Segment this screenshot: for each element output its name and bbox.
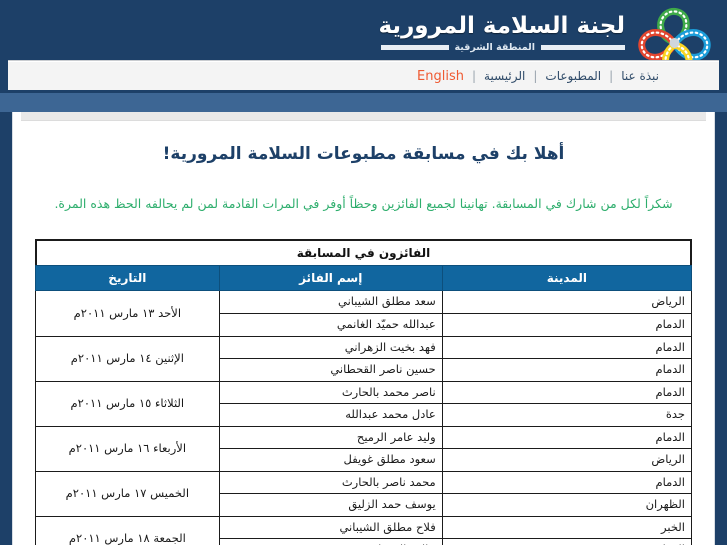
cell-winner-name: وليد عامر الرميح: [218, 425, 443, 450]
cell-city: الدمام: [441, 380, 693, 405]
table-row: الرياض سعد مطلق الشيباني الأحد ١٣ مارس ٢٠١…: [35, 290, 693, 337]
cell-city: الرياض: [441, 448, 693, 472]
cell-city: الدمام: [441, 335, 693, 360]
cell-winner-name: فهد بخيت الزهراني: [218, 335, 443, 360]
table-row: الدمام وليد عامر الرميح الأربعاء ١٦ مارس ٢…: [35, 425, 693, 472]
table-header-row: المدينة إسم الفائز التاريخ: [35, 265, 693, 292]
nav-item-about[interactable]: نبذة عنا: [619, 69, 661, 83]
nav-item-home[interactable]: الرئيسية: [482, 69, 527, 83]
cell-city: الدمام: [441, 538, 693, 545]
winners-table: الفائزون في المسابقة المدينة إسم الفائز …: [35, 239, 693, 545]
table-caption: الفائزون في المسابقة: [35, 239, 692, 266]
cell-city: الدمام: [441, 358, 693, 382]
cell-city: الرياض: [441, 290, 693, 314]
logo-subtitle: المنطقة الشرقية: [454, 42, 536, 54]
nav-item-publications[interactable]: المطبوعات: [543, 69, 603, 83]
cell-winner-name: محمد ناصر بالحارث: [218, 470, 443, 495]
column-header-date: التاريخ: [35, 265, 220, 292]
cell-date: الأربعاء ١٦ مارس ٢٠١١م: [35, 425, 220, 472]
cell-winner-name: فلاح مطلق الشيباني: [218, 515, 443, 540]
four-loop-ribbon-logo-icon: [631, 4, 717, 60]
cell-winner-name: سعود مطلق غويفل: [218, 448, 443, 472]
cell-city: الظهران: [441, 493, 693, 517]
cell-date: الثلاثاء ١٥ مارس ٢٠١١م: [35, 380, 220, 427]
winners-table-area: الفائزون في المسابقة المدينة إسم الفائز …: [13, 215, 714, 545]
cell-city: الدمام: [441, 313, 693, 337]
logo-title: لجنة السلامة المرورية: [378, 13, 625, 39]
logo-text: لجنة السلامة المرورية المنطقة الشرقية: [378, 4, 625, 53]
cell-date: الجمعة ١٨ مارس ٢٠١١م: [35, 515, 220, 545]
nav-separator: |: [533, 69, 538, 83]
table-row: الدمام فهد بخيت الزهراني الإثنين ١٤ مارس ٢…: [35, 335, 693, 382]
logo-subtitle-row: المنطقة الشرقية: [378, 42, 625, 53]
cell-winner-name: يوسف حمد الزليق: [218, 493, 443, 517]
cell-date: الإثنين ١٤ مارس ٢٠١١م: [35, 335, 220, 382]
column-header-city: المدينة: [441, 265, 693, 292]
cell-winner-name: عادل محمد عبدالله: [218, 403, 443, 427]
logo-rule-left: [541, 45, 625, 51]
cell-date: الأحد ١٣ مارس ٢٠١١م: [35, 290, 220, 337]
cell-city: الدمام: [441, 470, 693, 495]
page-root: لجنة السلامة المرورية المنطقة الشرقية نب…: [0, 0, 727, 545]
page-title: أهلا بك في مسابقة مطبوعات السلامة المرور…: [162, 144, 565, 164]
cell-winner-name: سعد مطلق الشيباني: [218, 290, 443, 314]
winners-table-body: الرياض سعد مطلق الشيباني الأحد ١٣ مارس ٢٠١…: [35, 290, 693, 545]
table-row: الدمام ناصر محمد بالحارث الثلاثاء ١٥ مارس …: [35, 380, 693, 427]
cell-winner-name: عبدالله حميّد الغانمي: [218, 313, 443, 337]
cell-winner-name: ناصر محمد بالحارث: [218, 380, 443, 405]
decorative-strip: [0, 93, 727, 112]
cell-winner-name: حسين ناصر القحطاني: [218, 358, 443, 382]
column-header-name: إسم الفائز: [218, 265, 443, 292]
nav-item-english[interactable]: English: [415, 69, 466, 84]
intro-paragraph: شكراً لكل من شارك في المسابقة. تهانينا ل…: [54, 195, 673, 211]
cell-city: الدمام: [441, 425, 693, 450]
table-row: الخبر فلاح مطلق الشيباني الجمعة ١٨ مارس ٢٠…: [35, 515, 693, 545]
site-header: لجنة السلامة المرورية المنطقة الشرقية: [0, 0, 727, 60]
content-card: أهلا بك في مسابقة مطبوعات السلامة المرور…: [12, 112, 715, 545]
table-row: الدمام محمد ناصر بالحارث الخميس ١٧ مارس ٢٠…: [35, 470, 693, 517]
nav-links: نبذة عنا | المطبوعات | الرئيسية | Englis…: [415, 61, 661, 91]
site-logo[interactable]: لجنة السلامة المرورية المنطقة الشرقية: [378, 4, 717, 60]
card-top-accent: [21, 112, 706, 121]
nav-bar: نبذة عنا | المطبوعات | الرئيسية | Englis…: [8, 60, 719, 93]
cell-city: الخبر: [441, 515, 693, 540]
cell-city: جدة: [441, 403, 693, 427]
cell-winner-name: خالد والي داوود: [218, 538, 443, 545]
logo-rule-right: [380, 45, 449, 51]
nav-separator: |: [609, 69, 614, 83]
nav-separator: |: [471, 69, 477, 83]
cell-date: الخميس ١٧ مارس ٢٠١١م: [35, 470, 220, 517]
